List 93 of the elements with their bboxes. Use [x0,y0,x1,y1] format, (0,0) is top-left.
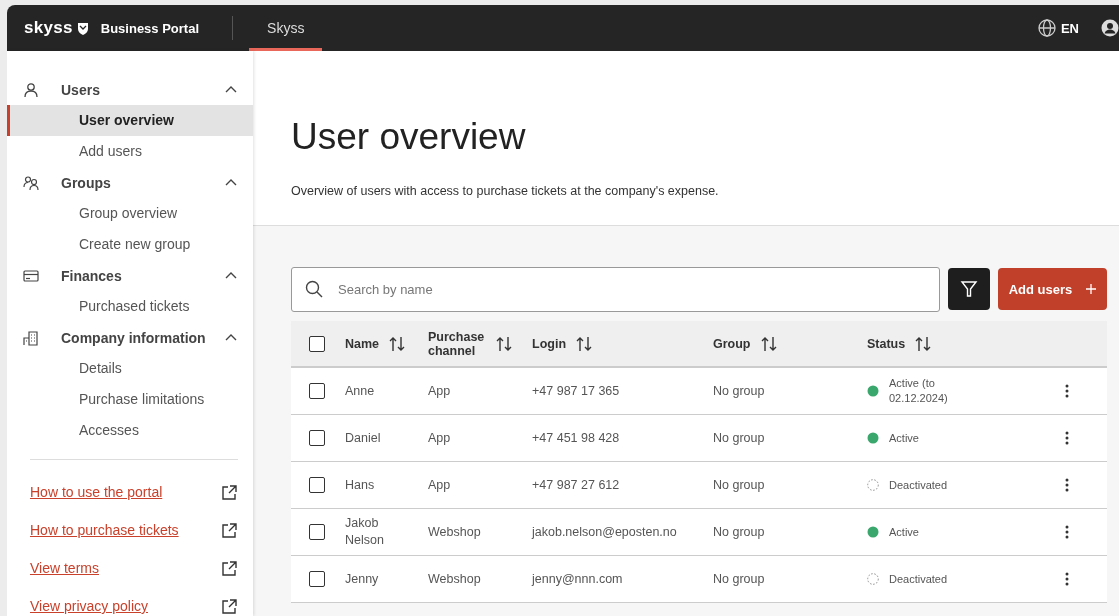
page-description: Overview of users with access to purchase tickets at the company's expense. [291,184,720,198]
sort-icon[interactable] [576,335,592,352]
checkbox[interactable] [309,571,325,587]
checkbox[interactable] [309,383,325,399]
table-cell-text: No group [712,382,766,400]
add-users-button[interactable]: Add users [998,268,1107,310]
table-cell-text: Daniel [344,429,382,447]
search-icon [305,279,323,298]
product-name: Business Portal [100,20,200,36]
nav-item[interactable]: Group overview [7,198,253,229]
filter-icon [960,280,978,298]
nav-item[interactable]: User overview [7,105,253,136]
table-cell-text: No group [712,429,766,447]
sort-icon[interactable] [496,335,512,352]
table-cell-text: jenny@nnn.com [530,570,624,588]
checkbox[interactable] [309,524,325,540]
column-header: Purchase channel [428,329,486,358]
globe-icon[interactable] [1037,19,1056,37]
search-field[interactable]: Search by name [291,266,940,312]
table-cell-text: Jenny [344,570,380,588]
shield-icon [76,21,89,35]
table-cell-text: +47 451 98 428 [531,429,621,447]
more-icon[interactable] [1065,431,1069,445]
sort-icon[interactable] [760,335,777,352]
checkbox[interactable] [309,335,325,352]
status-label: Deactivated [889,571,948,587]
checkbox[interactable] [309,477,325,493]
page-title: User overview [291,115,527,159]
table-cell-text: Webshop [427,570,482,588]
status-ring [867,573,879,585]
table-cell-text: No group [712,476,766,494]
table-cell-text: Anne [344,382,376,400]
checkbox[interactable] [309,430,325,446]
table-cell-text: +47 987 17 365 [531,382,621,400]
external-link-icon[interactable] [221,484,237,500]
nav-item[interactable]: Purchased tickets [7,291,253,322]
status-label: Deactivated [889,477,948,493]
language-selector[interactable]: EN [1060,20,1079,36]
section-label: Company information [61,329,207,346]
card-icon [23,267,39,284]
avatar-icon[interactable] [1101,19,1119,37]
more-icon[interactable] [1065,572,1069,586]
table-cell-text: +47 987 27 612 [531,476,621,494]
more-icon[interactable] [1065,478,1069,492]
filter-button[interactable] [948,268,990,310]
nav-item[interactable]: Accesses [7,415,253,446]
users-icon [23,174,39,191]
status-label: Active [889,430,919,446]
table-cell-text: jakob.nelson@eposten.no [530,523,678,541]
external-link-icon[interactable] [221,522,237,538]
sort-icon[interactable] [389,335,406,352]
external-link-icon[interactable] [221,598,237,614]
external-link-icon[interactable] [221,560,237,576]
nav-item[interactable]: Create new group [7,229,253,260]
table-cell-text: App [427,382,452,400]
chevron-up-icon[interactable] [225,271,237,280]
table-cell-text: App [427,476,452,494]
status-ring [867,479,879,491]
status-label: Active [889,524,919,540]
nav-item[interactable]: Purchase limitations [7,384,253,415]
table-cell-text: App [427,429,452,447]
table-cell-text: Hans [344,476,376,494]
section-label: Finances [61,267,123,284]
status-dot [867,432,879,444]
chevron-up-icon[interactable] [225,333,237,342]
status-dot [867,526,879,538]
status-dot [867,385,879,397]
column-header: Group [713,336,751,351]
logo[interactable]: skyss [24,18,73,38]
plus-icon [1086,284,1097,294]
table-cell-text: No group [712,570,766,588]
help-link[interactable]: How to purchase tickets [30,522,179,538]
column-header: Status [867,336,906,351]
table-cell-text: No group [712,523,766,541]
section-label: Groups [61,174,112,191]
nav-item[interactable]: Add users [7,136,253,167]
more-icon[interactable] [1065,525,1069,539]
sort-icon[interactable] [915,335,932,352]
table-cell-text: Webshop [427,523,482,541]
chevron-up-icon[interactable] [225,85,237,94]
more-icon[interactable] [1065,384,1069,398]
column-header: Login [532,336,566,351]
user-icon [23,81,39,98]
status-label: Active (to 02.12.2024) [889,376,949,406]
building-icon [23,329,39,346]
chevron-up-icon[interactable] [225,178,237,187]
help-link[interactable]: How to use the portal [30,484,163,500]
help-link[interactable]: View privacy policy [30,598,148,614]
nav-item[interactable]: Details [7,353,253,384]
column-header: Name [345,336,380,351]
table-cell-text: Jakob Nelson [344,515,385,549]
help-link[interactable]: View terms [30,560,99,576]
section-label: Users [61,81,101,98]
